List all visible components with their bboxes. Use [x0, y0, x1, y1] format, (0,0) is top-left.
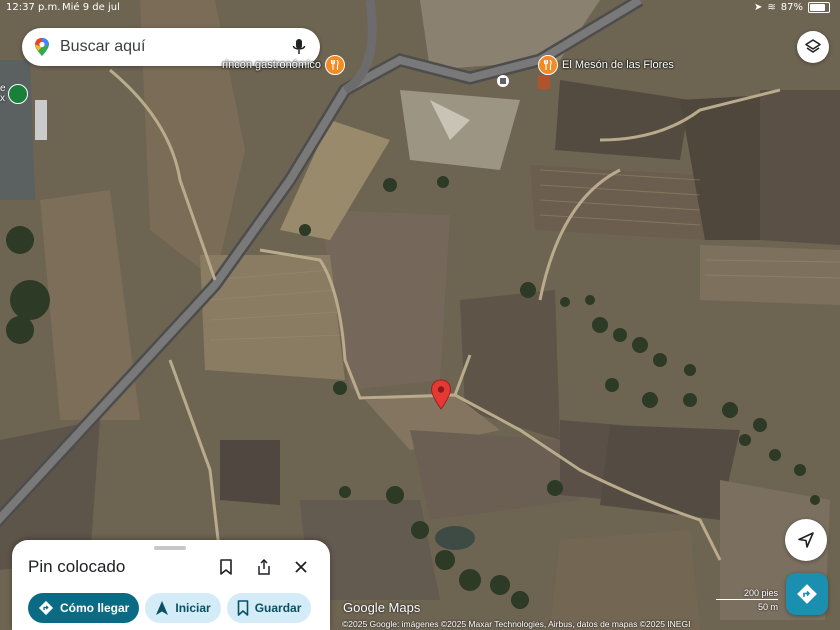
navigation-arrow-icon [798, 532, 814, 548]
restaurant-icon [325, 55, 346, 75]
google-maps-brand: Google Maps [343, 600, 421, 615]
status-right: ➤ ≋ 87% [754, 2, 830, 13]
directions-label: Cómo llegar [60, 601, 130, 615]
sheet-handle[interactable] [154, 546, 186, 550]
wifi-icon: ≋ [767, 2, 776, 13]
close-icon [295, 561, 307, 573]
status-bar: 12:37 p.m. Mié 9 de jul ➤ ≋ 87% [0, 2, 840, 16]
directions-button[interactable]: Cómo llegar [28, 593, 140, 623]
poi-label: El Mesón de las Flores [562, 59, 674, 71]
layers-icon [805, 39, 821, 53]
status-time: 12:37 p.m. [6, 2, 61, 13]
battery-percent: 87% [780, 2, 803, 13]
red-pin-icon[interactable] [430, 379, 452, 411]
start-button[interactable]: Iniciar [145, 593, 221, 623]
bookmark-icon [237, 600, 249, 616]
my-location-button[interactable] [785, 519, 827, 561]
park-icon [7, 84, 28, 104]
action-chips: Cómo llegar Iniciar Guardar [28, 593, 312, 623]
scale-imperial: 200 pies [743, 588, 778, 598]
satellite-map[interactable] [0, 0, 840, 630]
location-arrow-icon: ➤ [753, 2, 763, 13]
mic-icon[interactable] [290, 38, 308, 56]
share-icon [258, 559, 270, 575]
bookmark-button[interactable] [214, 555, 238, 579]
place-sheet[interactable]: Pin colocado Cómo llegar Iniciar Guardar [12, 540, 330, 630]
directions-icon [797, 584, 817, 604]
directions-fab[interactable] [786, 573, 828, 615]
google-maps-pin-icon [35, 38, 49, 56]
layers-button[interactable] [797, 31, 829, 63]
directions-icon [38, 600, 54, 616]
start-label: Iniciar [175, 601, 211, 615]
poi-rincon-gastronomico[interactable]: rincon gastronómico [222, 55, 346, 75]
scale-metric: 50 m [757, 602, 778, 612]
scale-line [716, 599, 778, 600]
battery-icon [808, 2, 830, 13]
poi-el-meson-de-las-flores[interactable]: El Mesón de las Flores [538, 55, 674, 75]
sheet-title: Pin colocado [28, 557, 126, 576]
share-button[interactable] [252, 555, 276, 579]
close-button[interactable] [289, 555, 313, 579]
bookmark-icon [220, 559, 232, 575]
attribution[interactable]: ©2025 Google: imágenes ©2025 Maxar Techn… [342, 619, 690, 629]
save-label: Guardar [254, 601, 302, 615]
partial-poi-label: e x [0, 83, 6, 104]
save-button[interactable]: Guardar [226, 593, 312, 623]
partial-poi[interactable]: e x [0, 84, 28, 104]
scale-bar: 200 pies 50 m [712, 588, 778, 614]
search-input[interactable]: Buscar aquí [60, 38, 290, 56]
poi-label: rincon gastronómico [222, 59, 322, 71]
status-date: Mié 9 de jul [62, 2, 120, 13]
restaurant-icon [538, 55, 558, 75]
navigation-icon [156, 601, 169, 615]
